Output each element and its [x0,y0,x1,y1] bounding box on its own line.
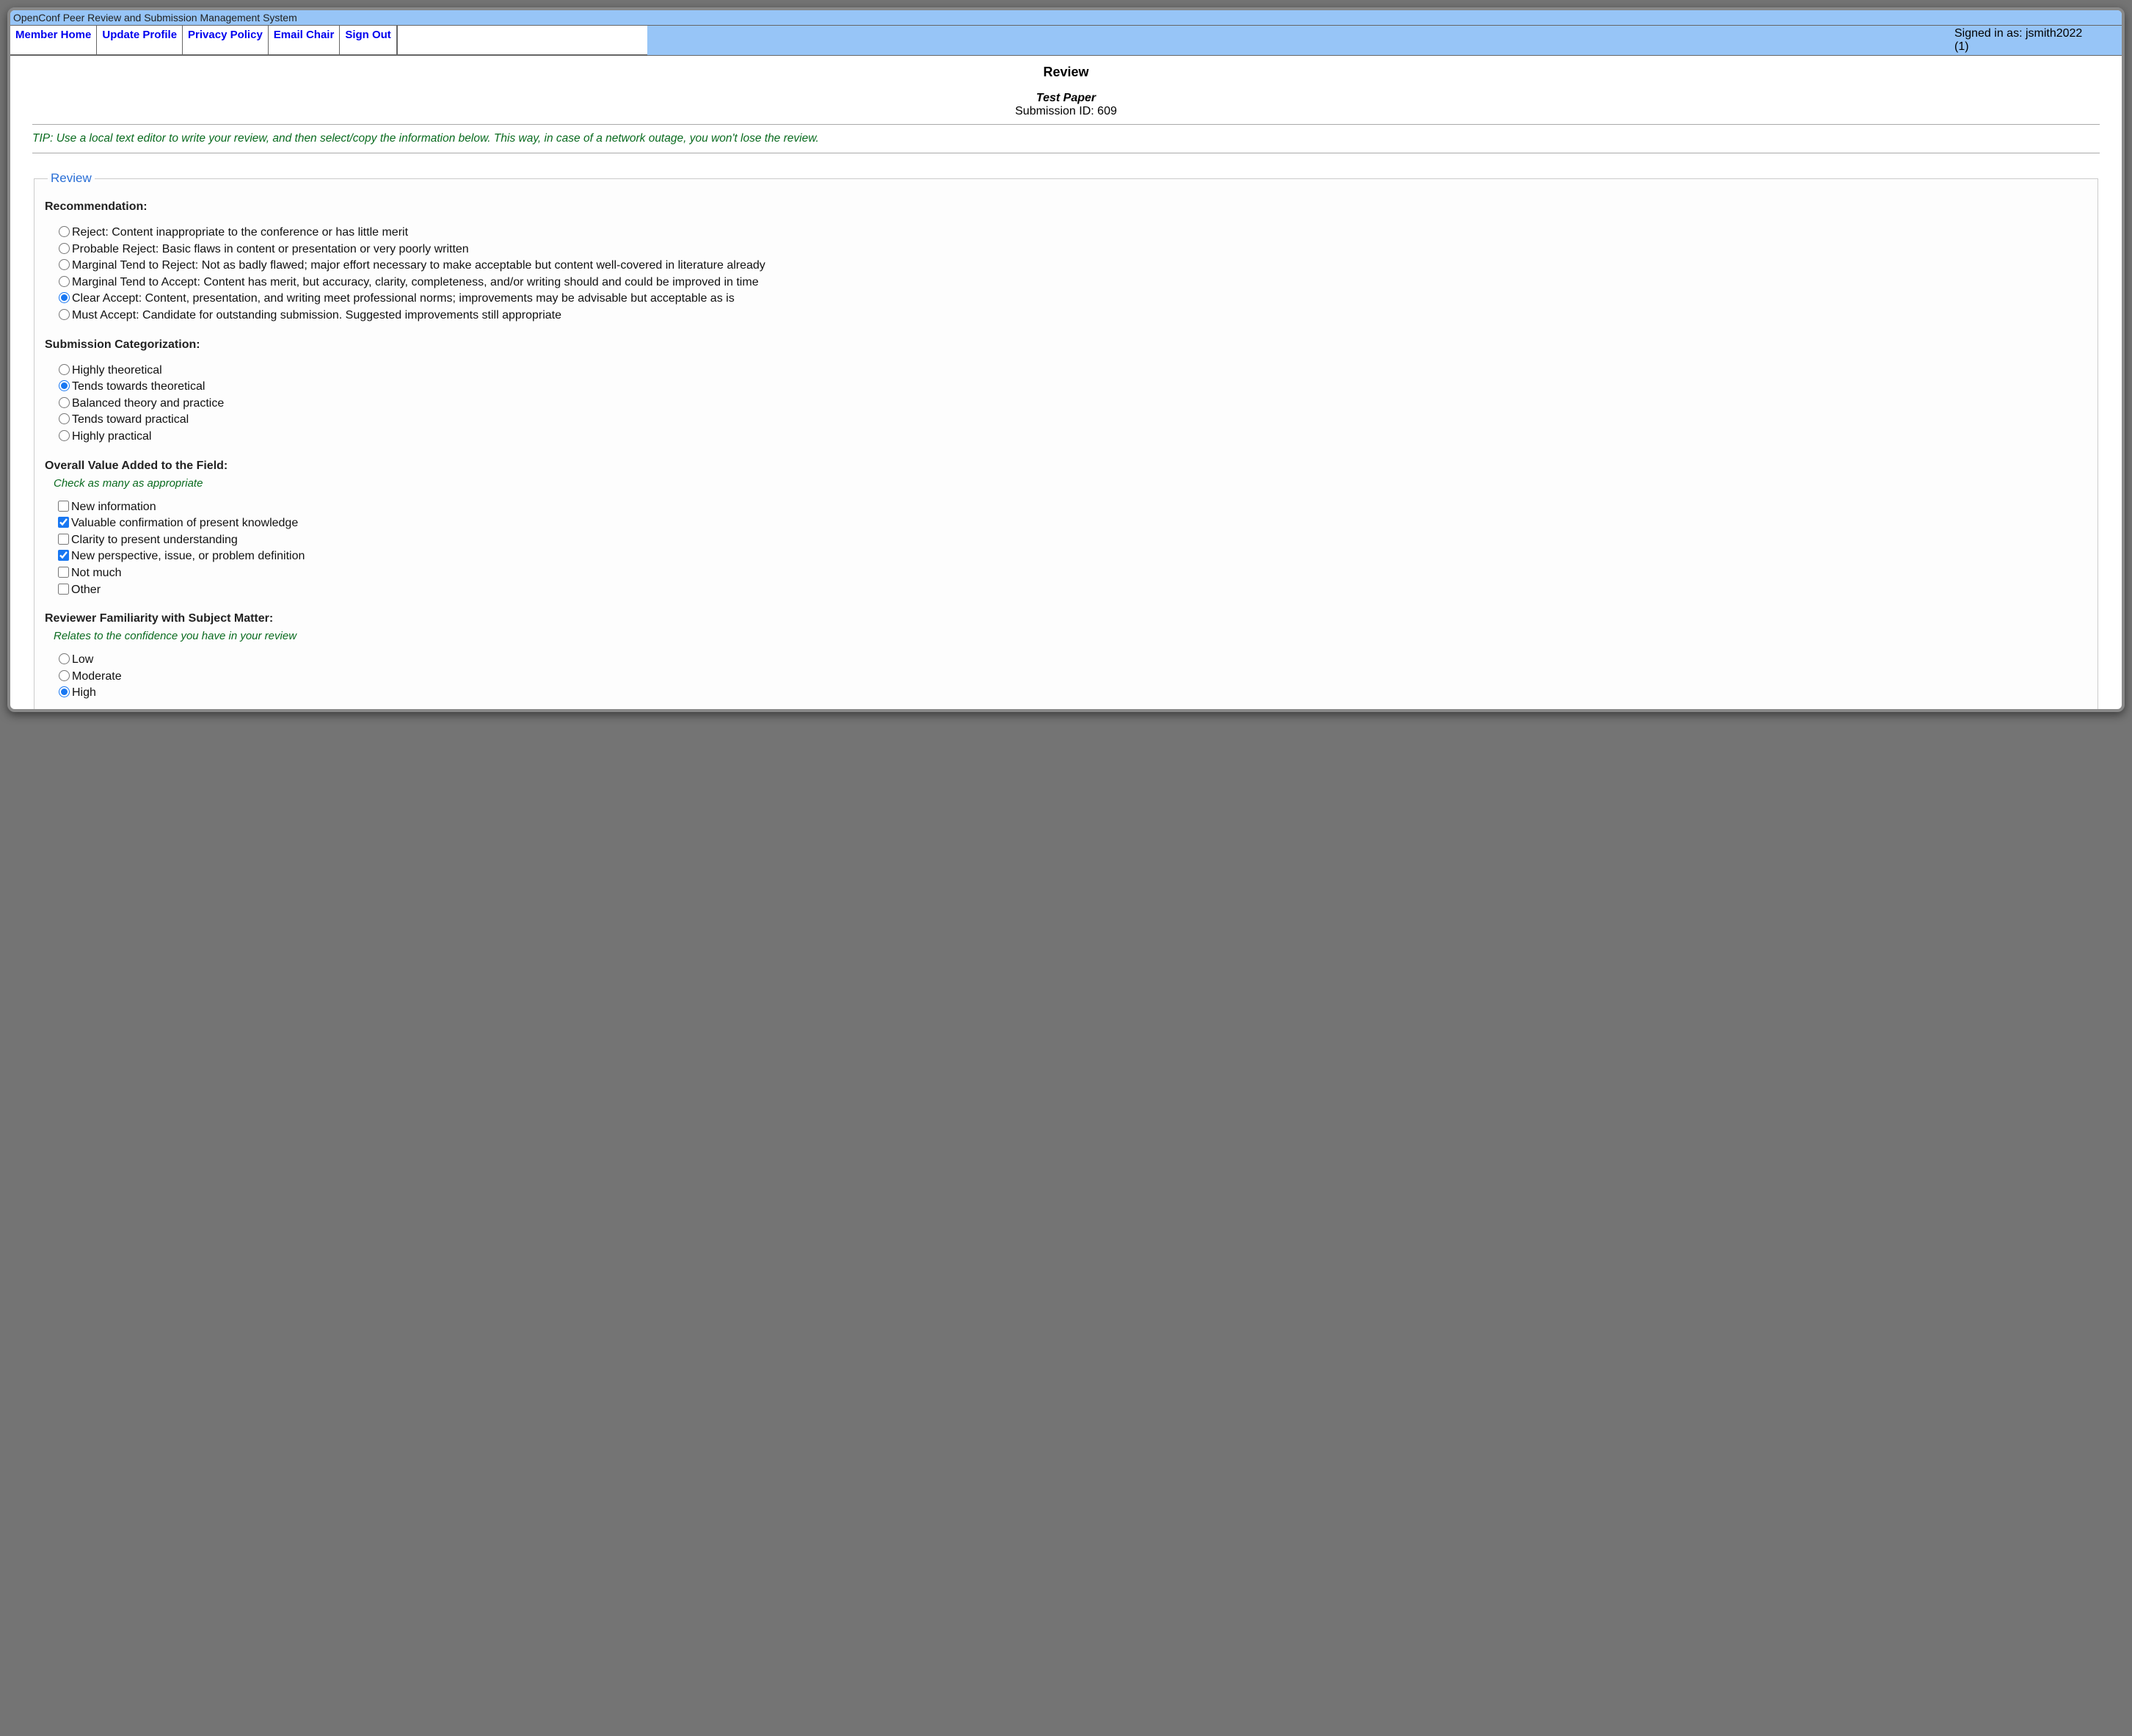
categorization-option[interactable]: Highly theoretical [55,362,2087,379]
value-added-checkbox[interactable] [58,550,69,561]
page-header: Review Test Paper Submission ID: 609 [32,65,2100,118]
categorization-radio[interactable] [59,397,70,408]
review-legend: Review [48,171,95,186]
value-added-checkbox[interactable] [58,517,69,528]
recommendation-option[interactable]: Marginal Tend to Accept: Content has mer… [55,274,2087,291]
recommendation-radio[interactable] [59,276,70,287]
nav-privacy-policy[interactable]: Privacy Policy [183,26,269,54]
familiarity-radio[interactable] [59,670,70,681]
tip-text: TIP: Use a local text editor to write yo… [32,129,2100,148]
recommendation-options: Reject: Content inappropriate to the con… [55,224,2087,324]
familiarity-hint: Relates to the confidence you have in yo… [54,630,2087,642]
familiarity-option[interactable]: Moderate [55,668,2087,685]
recommendation-option[interactable]: Must Accept: Candidate for outstanding s… [55,307,2087,324]
option-text: Probable Reject: Basic flaws in content … [72,243,469,255]
value-added-option[interactable]: New information [55,498,2087,515]
paper-title: Test Paper [32,92,2100,105]
app-window: OpenConf Peer Review and Submission Mana… [7,7,2125,712]
value-added-option[interactable]: Not much [55,564,2087,581]
value-added-label: Overall Value Added to the Field: [45,460,2087,473]
nav-links: Member Home Update Profile Privacy Polic… [10,26,398,55]
signed-in-label: Signed in as: [1954,27,2026,40]
familiarity-options: Low Moderate High [55,651,2087,701]
categorization-option[interactable]: Tends towards theoretical [55,378,2087,395]
option-text: Clear Accept: Content, presentation, and… [72,292,735,305]
categorization-option[interactable]: Balanced theory and practice [55,395,2087,412]
value-added-checkbox[interactable] [58,501,69,512]
option-text: Reject: Content inappropriate to the con… [72,226,408,239]
familiarity-option[interactable]: High [55,684,2087,701]
option-text: New information [71,501,156,513]
recommendation-radio[interactable] [59,243,70,254]
option-text: Moderate [72,670,122,683]
categorization-label: Submission Categorization: [45,338,2087,352]
option-text: Tends toward practical [72,413,189,426]
value-added-option[interactable]: Clarity to present understanding [55,531,2087,548]
value-added-checkbox[interactable] [58,567,69,578]
signed-in-count: (1) [1954,40,1969,53]
recommendation-option[interactable]: Reject: Content inappropriate to the con… [55,224,2087,241]
session-info: Signed in as: jsmith2022 (1) [1946,26,2122,55]
nav-member-home[interactable]: Member Home [10,26,97,54]
familiarity-radio[interactable] [59,686,70,697]
categorization-options: Highly theoretical Tends towards theoret… [55,362,2087,445]
option-text: Highly theoretical [72,364,162,377]
option-text: Not much [71,567,121,579]
page-heading: Review [32,65,2100,80]
categorization-radio[interactable] [59,380,70,391]
nav-email-chair[interactable]: Email Chair [269,26,341,54]
familiarity-option[interactable]: Low [55,651,2087,668]
option-text: Tends towards theoretical [72,380,205,393]
value-added-checkbox[interactable] [58,534,69,545]
value-added-options: New information Valuable confirmation of… [55,498,2087,598]
categorization-radio[interactable] [59,430,70,441]
recommendation-option[interactable]: Marginal Tend to Reject: Not as badly fl… [55,257,2087,274]
nav-sign-out[interactable]: Sign Out [340,26,397,54]
option-text: Valuable confirmation of present knowled… [71,517,298,529]
submission-id-line: Submission ID: 609 [32,105,2100,118]
categorization-radio[interactable] [59,364,70,375]
recommendation-option[interactable]: Clear Accept: Content, presentation, and… [55,290,2087,307]
option-text: Highly practical [72,430,151,443]
recommendation-radio[interactable] [59,309,70,320]
option-text: Marginal Tend to Reject: Not as badly fl… [72,259,765,272]
app-title: OpenConf Peer Review and Submission Mana… [13,12,297,23]
recommendation-radio[interactable] [59,226,70,237]
main-content: Review Test Paper Submission ID: 609 TIP… [10,65,2122,712]
option-text: Marginal Tend to Accept: Content has mer… [72,276,759,288]
value-added-hint: Check as many as appropriate [54,477,2087,490]
option-text: Balanced theory and practice [72,397,224,410]
submission-id: 609 [1097,105,1117,117]
familiarity-radio[interactable] [59,653,70,664]
top-nav: Member Home Update Profile Privacy Polic… [10,26,2122,56]
option-text: Must Accept: Candidate for outstanding s… [72,309,561,322]
signed-in-username: jsmith2022 [2026,27,2082,40]
nav-update-profile[interactable]: Update Profile [97,26,183,54]
value-added-option[interactable]: Other [55,581,2087,598]
recommendation-radio[interactable] [59,292,70,303]
recommendation-label: Recommendation: [45,200,2087,214]
divider [32,124,2100,125]
value-added-checkbox[interactable] [58,584,69,595]
nav-spacer [398,26,647,55]
value-added-option[interactable]: Valuable confirmation of present knowled… [55,515,2087,531]
value-added-option[interactable]: New perspective, issue, or problem defin… [55,548,2087,564]
familiarity-label: Reviewer Familiarity with Subject Matter… [45,612,2087,625]
categorization-option[interactable]: Highly practical [55,428,2087,445]
option-text: Clarity to present understanding [71,534,238,546]
app-title-bar: OpenConf Peer Review and Submission Mana… [10,10,2122,26]
categorization-option[interactable]: Tends toward practical [55,411,2087,428]
option-text: Low [72,653,93,666]
option-text: Other [71,584,101,596]
submission-id-label: Submission ID: [1015,105,1097,117]
review-fieldset: Review Recommendation: Reject: Content i… [34,171,2098,712]
option-text: New perspective, issue, or problem defin… [71,550,305,562]
recommendation-option[interactable]: Probable Reject: Basic flaws in content … [55,241,2087,258]
categorization-radio[interactable] [59,413,70,424]
option-text: High [72,686,96,699]
recommendation-radio[interactable] [59,259,70,270]
